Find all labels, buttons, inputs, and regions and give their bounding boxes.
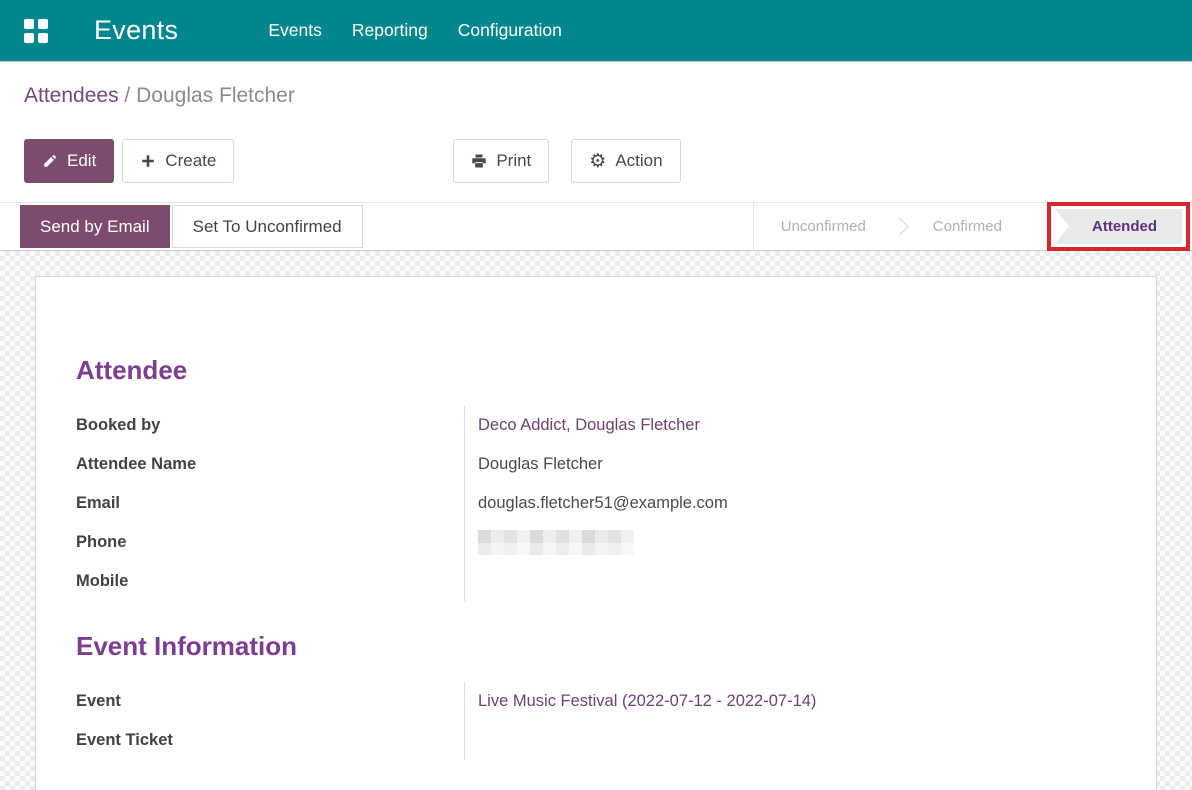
field-row-attendee-name: Attendee Name Douglas Fletcher [76,445,1116,484]
print-button-label: Print [496,151,531,171]
field-row-mobile: Mobile [76,562,1116,601]
top-navbar: Events Events Reporting Configuration [0,0,1192,62]
section-attendee: Attendee Booked by Deco Addict, Douglas … [76,355,1116,601]
email-value: douglas.fletcher51@example.com [464,484,1116,523]
print-button[interactable]: Print [453,139,549,183]
grid-square [24,19,34,29]
main-menu: Events Reporting Configuration [268,20,562,41]
action-button[interactable]: ⚙ Action [571,139,680,183]
booked-by-link[interactable]: Deco Addict, Douglas Fletcher [478,416,700,435]
apps-grid-icon[interactable] [24,19,48,43]
section-title-event-information: Event Information [76,631,1116,662]
status-step-unconfirmed[interactable]: Unconfirmed [754,218,893,235]
menu-item-reporting[interactable]: Reporting [352,20,428,41]
breadcrumb-separator: / [124,84,136,107]
status-steps: Unconfirmed Confirmed Attended [753,203,1192,250]
section-event-information: Event Information Event Live Music Festi… [76,631,1116,760]
form-sheet: Attendee Booked by Deco Addict, Douglas … [35,276,1157,790]
status-step-confirmed[interactable]: Confirmed [906,218,1029,235]
field-row-event-ticket: Event Ticket [76,721,1116,760]
grid-square [38,19,48,29]
field-row-event: Event Live Music Festival (2022-07-12 - … [76,682,1116,721]
action-button-label: Action [615,151,662,171]
field-label: Phone [76,523,464,562]
form-background: Attendee Booked by Deco Addict, Douglas … [0,251,1192,790]
field-label: Email [76,484,464,523]
grid-square [38,33,48,43]
field-label: Event [76,682,464,721]
field-group: Event Live Music Festival (2022-07-12 - … [76,682,1116,760]
breadcrumb-current: Douglas Fletcher [136,84,295,107]
create-button[interactable]: Create [122,139,234,183]
event-link[interactable]: Live Music Festival (2022-07-12 - 2022-0… [478,692,816,711]
event-ticket-value-empty [464,721,1116,760]
send-by-email-button[interactable]: Send by Email [20,205,170,248]
menu-item-events[interactable]: Events [268,20,322,41]
mobile-value-empty [464,562,1116,601]
menu-item-configuration[interactable]: Configuration [458,20,562,41]
plus-icon [140,153,156,169]
section-title-attendee: Attendee [76,355,1116,386]
printer-icon [471,153,487,169]
gear-icon: ⚙ [589,153,606,169]
field-label: Attendee Name [76,445,464,484]
breadcrumb: Attendees / Douglas Fletcher [24,82,1192,110]
pencil-icon [42,153,58,169]
attendee-name-value: Douglas Fletcher [464,445,1116,484]
create-button-label: Create [165,151,216,171]
statusbar: Send by Email Set To Unconfirmed Unconfi… [0,202,1192,251]
field-row-email: Email douglas.fletcher51@example.com [76,484,1116,523]
field-label: Mobile [76,562,464,601]
annotation-highlight-box: Attended [1047,202,1190,251]
edit-button-label: Edit [67,151,96,171]
grid-square [24,33,34,43]
field-label: Event Ticket [76,721,464,760]
set-to-unconfirmed-button[interactable]: Set To Unconfirmed [172,205,363,248]
status-step-attended[interactable]: Attended [1055,209,1182,244]
control-panel: Attendees / Douglas Fletcher Edit Create… [0,62,1192,202]
field-group: Booked by Deco Addict, Douglas Fletcher … [76,406,1116,601]
app-brand-title[interactable]: Events [94,15,178,46]
breadcrumb-parent-link[interactable]: Attendees [24,84,119,107]
redacted-phone-value [478,530,634,555]
action-button-row: Edit Create Print ⚙ Action [24,139,1192,183]
field-label: Booked by [76,406,464,445]
field-row-phone: Phone [76,523,1116,562]
field-row-booked-by: Booked by Deco Addict, Douglas Fletcher [76,406,1116,445]
edit-button[interactable]: Edit [24,139,114,183]
